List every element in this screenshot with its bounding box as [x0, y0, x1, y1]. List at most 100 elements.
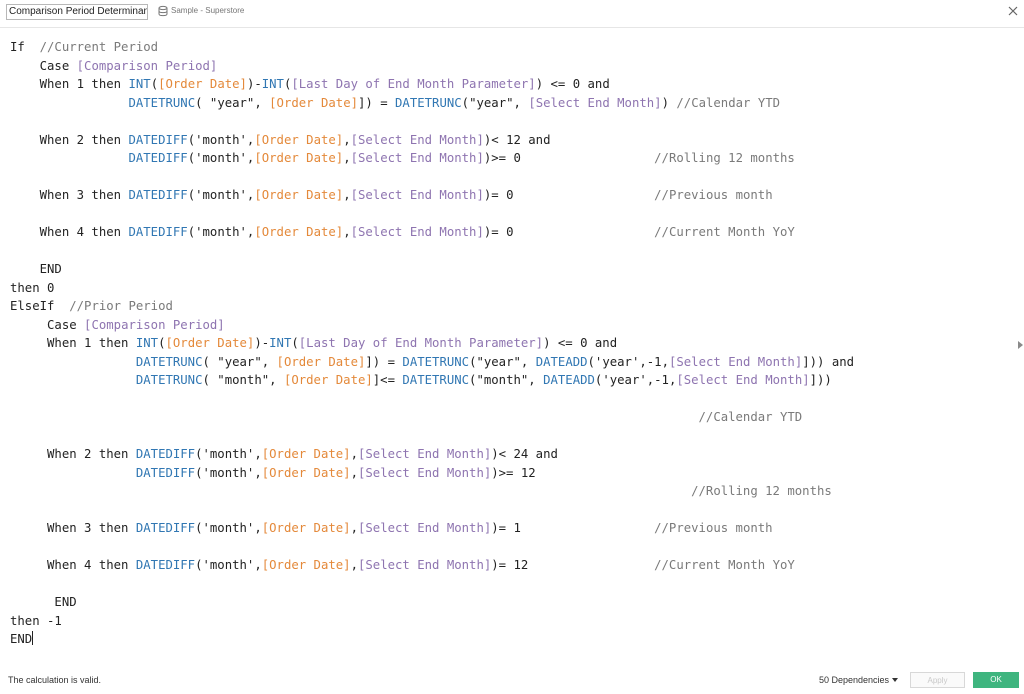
close-icon[interactable] [1007, 5, 1019, 17]
code-token-func: DATETRUNC [402, 373, 470, 387]
code-token-func: DATETRUNC [135, 373, 203, 387]
code-token-kw: Case [10, 317, 85, 332]
code-line[interactable]: When 3 then DATEDIFF('month',[Order Date… [10, 519, 854, 538]
dialog-footer: The calculation is valid. 50 Dependencie… [0, 664, 1024, 694]
code-token-op: ('month', [195, 465, 262, 480]
code-token-func: DATEDIFF [135, 465, 196, 480]
formula-editor[interactable]: If //Current Period Case [Comparison Per… [0, 28, 1024, 660]
code-token-op: )- [254, 336, 270, 350]
code-token-func: DATEDIFF [135, 558, 196, 572]
code-token-param: [Select End Month] [350, 151, 484, 165]
code-token-op: , [343, 132, 351, 147]
calculation-name-input[interactable]: Comparison Period Determinant [6, 4, 148, 20]
code-token-op: ]) = [358, 95, 396, 110]
code-line[interactable]: ElseIf //Prior Period [10, 297, 854, 316]
expand-arrow-icon[interactable] [1018, 341, 1023, 349]
code-token-kw: ElseIf [10, 299, 70, 313]
code-line[interactable]: DATETRUNC( "month", [Order Date]]<= DATE… [10, 371, 854, 390]
code-line[interactable]: Case [Comparison Period] [10, 57, 854, 76]
code-token-kw [10, 355, 136, 369]
code-line[interactable]: DATEDIFF('month',[Order Date],[Select En… [10, 464, 854, 483]
code-token-param: [Select End Month] [676, 373, 810, 387]
code-token-op: )- [246, 77, 262, 91]
datasource-icon [158, 5, 168, 17]
code-token-comment: //Calendar YTD [676, 95, 781, 110]
code-line[interactable]: When 4 then DATEDIFF('month',[Order Date… [10, 223, 854, 242]
code-line[interactable] [10, 427, 854, 446]
code-line[interactable] [10, 242, 854, 261]
code-line[interactable]: When 1 then INT([Order Date])-INT([Last … [10, 334, 854, 353]
code-line[interactable]: //Rolling 12 months [10, 482, 854, 501]
code-line[interactable] [10, 501, 854, 520]
code-token-op: )= 12 [491, 558, 655, 572]
code-token-op: ('year',-1, [594, 373, 677, 387]
code-token-kw: When 1 then [10, 336, 136, 350]
code-token-field: [Order Date] [254, 225, 344, 239]
code-token-kw [10, 410, 699, 424]
code-line[interactable]: //Calendar YTD [10, 408, 854, 427]
code-line[interactable]: When 2 then DATEDIFF('month',[Order Date… [10, 131, 854, 150]
apply-button[interactable]: Apply [910, 672, 965, 688]
code-token-op: )< 12 and [483, 132, 551, 147]
code-token-kw: When 3 then [10, 521, 136, 535]
code-token-field: [Order Date] [158, 77, 247, 91]
code-line[interactable]: Case [Comparison Period] [10, 316, 854, 335]
code-line[interactable] [10, 112, 854, 131]
code-token-kw: If [10, 40, 40, 54]
code-token-comment: //Previous month [654, 521, 773, 535]
code-token-kw: When 2 then [10, 447, 136, 461]
code-token-func: DATEDIFF [128, 151, 188, 165]
code-line[interactable] [10, 575, 854, 594]
chevron-down-icon [892, 678, 899, 682]
code-token-op: ( [291, 336, 299, 350]
code-line[interactable] [10, 538, 854, 557]
code-token-func: DATETRUNC [395, 95, 462, 110]
code-line[interactable]: When 4 then DATEDIFF('month',[Order Date… [10, 556, 854, 575]
code-line[interactable] [10, 205, 854, 224]
formula-code[interactable]: If //Current Period Case [Comparison Per… [10, 38, 854, 649]
code-token-func: INT [128, 77, 151, 91]
code-token-op: ) <= 0 and [535, 77, 610, 91]
code-line[interactable] [10, 390, 854, 409]
dependencies-dropdown[interactable]: 50 Dependencies [819, 675, 899, 685]
code-token-field: [Order Date] [276, 354, 366, 369]
dependencies-label: 50 Dependencies [819, 675, 890, 685]
code-line[interactable]: DATEDIFF('month',[Order Date],[Select En… [10, 149, 854, 168]
code-line[interactable]: END [10, 593, 854, 612]
code-token-op: , [343, 151, 351, 165]
code-token-kw: When 3 then [10, 188, 129, 202]
code-line[interactable]: then -1 [10, 612, 854, 631]
code-token-op: , [350, 558, 358, 572]
ok-button[interactable]: OK [973, 672, 1019, 688]
code-token-kw: When 2 then [10, 132, 129, 147]
code-token-param: [Select End Month] [357, 447, 492, 461]
code-token-op: ('month', [187, 225, 255, 239]
code-token-op: ( "year", [202, 354, 277, 369]
code-line[interactable]: END [10, 260, 854, 279]
code-token-kw: When 1 then [10, 77, 129, 91]
code-token-kw: When 4 then [10, 558, 136, 572]
code-token-kw [10, 466, 136, 480]
code-token-param: [Select End Month] [357, 465, 492, 480]
code-token-op: , [343, 188, 351, 202]
code-token-op: , [343, 225, 351, 239]
code-token-param: [Select End Month] [350, 188, 484, 202]
code-line[interactable]: When 3 then DATEDIFF('month',[Order Date… [10, 186, 854, 205]
code-line[interactable]: DATETRUNC( "year", [Order Date]]) = DATE… [10, 353, 854, 372]
code-line[interactable]: END [10, 630, 854, 649]
code-line[interactable]: If //Current Period [10, 38, 854, 57]
code-line[interactable]: When 2 then DATEDIFF('month',[Order Date… [10, 445, 854, 464]
code-token-op: , [350, 465, 358, 480]
code-token-op: ])) [809, 373, 832, 387]
code-line[interactable]: DATETRUNC( "year", [Order Date]]) = DATE… [10, 94, 854, 113]
code-token-op: ('month', [195, 447, 262, 461]
dialog-header: Comparison Period Determinant Sample - S… [0, 0, 1024, 26]
code-line[interactable] [10, 168, 854, 187]
code-token-func: DATEDIFF [128, 132, 188, 147]
code-token-field: [Order Date] [269, 95, 358, 110]
code-line[interactable]: When 1 then INT([Order Date])-INT([Last … [10, 75, 854, 94]
code-token-kw: When 4 then [10, 225, 129, 239]
code-line[interactable]: then 0 [10, 279, 854, 298]
code-token-kw: then -1 [10, 613, 62, 628]
code-token-field: [Order Date] [254, 188, 344, 202]
